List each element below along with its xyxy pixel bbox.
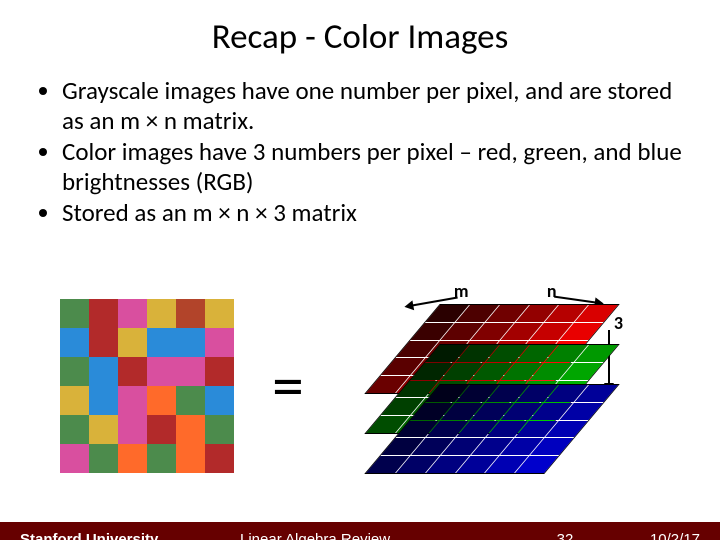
bullet-list: Grayscale images have one number per pix… — [50, 76, 690, 228]
color-grid — [60, 299, 234, 473]
footer-course: Linear Algebra Review — [220, 531, 530, 540]
slide: Recap - Color Images Grayscale images ha… — [0, 16, 720, 540]
label-n: n — [547, 280, 557, 302]
bullet-item: Grayscale images have one number per pix… — [62, 76, 690, 135]
footer-date: 10/2/17 — [600, 531, 700, 540]
figure-row: = m n 3 — [60, 286, 690, 486]
footer-page: 32 — [530, 531, 600, 540]
rgb-stack: m n 3 — [342, 286, 642, 486]
equals-sign: = — [272, 347, 304, 425]
bullet-item: Stored as an m × n × 3 matrix — [62, 198, 690, 228]
footer-bar: Stanford University Linear Algebra Revie… — [0, 522, 720, 540]
footer-university: Stanford University — [20, 531, 220, 540]
label-three: 3 — [614, 312, 623, 334]
bullet-item: Color images have 3 numbers per pixel – … — [62, 137, 690, 196]
arrow-depth — [608, 330, 610, 390]
slide-title: Recap - Color Images — [0, 16, 720, 58]
